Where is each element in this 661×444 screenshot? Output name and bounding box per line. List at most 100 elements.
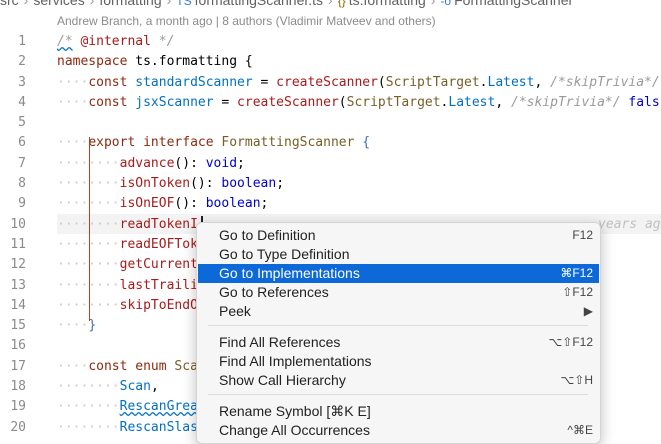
breadcrumb: src › services › formatting › TS formattingScan…: [0, 0, 661, 10]
jsdoc-tag: @internal: [80, 34, 151, 49]
type-keyword: void: [205, 155, 238, 171]
git-blame-codelens[interactable]: Andrew Branch, a month ago | 8 authors (…: [57, 14, 436, 28]
method-name: skipToEndO: [119, 297, 198, 313]
method-name: isOnToken: [119, 176, 191, 192]
menu-item-go-to-definition[interactable]: Go to Definition F12: [198, 226, 599, 245]
method-name: readEOFTok: [119, 236, 198, 252]
line-number: 7: [18, 155, 26, 171]
interface-icon: -o: [440, 0, 452, 8]
line-number: 16: [10, 338, 26, 354]
line-number: 6: [18, 135, 26, 151]
menu-item-peek[interactable]: Peek ▶: [198, 302, 599, 321]
menu-item-show-call-hierarchy[interactable]: Show Call Hierarchy ⌥⇧H: [198, 371, 599, 390]
chevron-right-icon: ›: [166, 0, 172, 8]
namespace-icon: {}: [337, 0, 346, 8]
function-call: createScanner: [237, 94, 339, 110]
typescript-file-icon: TS: [176, 0, 192, 8]
type-keyword: boolean: [221, 176, 277, 192]
variable: jsxScanner: [135, 94, 214, 110]
line-number: 14: [10, 297, 26, 313]
menu-item-go-to-implementations[interactable]: Go to Implementations ⌘F12: [198, 264, 599, 283]
chevron-right-icon: ›: [23, 0, 29, 8]
submenu-arrow-icon: ▶: [583, 304, 593, 318]
menu-separator: [208, 394, 588, 395]
breadcrumb-namespace[interactable]: ts.formatting: [349, 0, 426, 8]
line-number: 4: [18, 94, 26, 110]
comment: /*skipTrivia*/: [511, 94, 621, 110]
breadcrumb-services[interactable]: services: [33, 0, 84, 8]
breadcrumb-interface[interactable]: FormattingScanner: [454, 0, 573, 8]
line-number: 2: [18, 54, 26, 70]
breadcrumb-file[interactable]: formattingScanner.ts: [195, 0, 323, 8]
enum-member: RescanSlas: [119, 419, 198, 435]
menu-item-find-all-references[interactable]: Find All References ⌥⇧F12: [198, 333, 599, 352]
method-name: getCurrent: [119, 257, 198, 273]
interface-name: FormattingScanner: [221, 135, 355, 151]
type-keyword: boolean: [205, 196, 261, 212]
comment: /*skipTrivia*/: [550, 74, 660, 90]
keyword: export: [88, 135, 136, 151]
enum-member: RescanGrea: [119, 399, 198, 415]
shortcut: ⌥⇧H: [560, 373, 593, 387]
comment: */: [158, 34, 175, 49]
line-number: 8: [18, 176, 26, 192]
line-number: 11: [10, 236, 26, 252]
keyword: const: [88, 74, 128, 90]
line-number: 13: [10, 277, 26, 293]
line-number: 9: [18, 196, 26, 212]
line-number: 3: [18, 74, 26, 90]
shortcut: ^⌘E: [567, 423, 593, 437]
menu-item-rename-symbol[interactable]: Rename Symbol [⌘K E]: [198, 402, 599, 421]
chevron-right-icon: ›: [328, 0, 333, 8]
type-name: ScriptTarget: [385, 74, 480, 90]
code-line: 8 ········isOnToken(): boolean;: [0, 174, 661, 194]
line-number: 12: [10, 257, 26, 273]
keyword: namespace: [57, 54, 128, 70]
line-number: 5: [18, 115, 26, 131]
comment: /*: [57, 34, 73, 49]
brace: {: [362, 135, 371, 151]
line-number: 19: [10, 399, 26, 415]
menu-item-go-to-references[interactable]: Go to References ⇧F12: [198, 283, 599, 302]
brace: }: [88, 318, 97, 334]
code-line: 5: [0, 113, 661, 133]
variable: standardScanner: [135, 74, 253, 90]
code-line: 1 /* @internal */: [0, 32, 661, 52]
shortcut: F12: [572, 228, 593, 242]
code-line: 2 namespace ts.formatting {: [0, 52, 661, 72]
breadcrumb-src[interactable]: src: [0, 0, 19, 8]
code-line: 4 ····const jsxScanner = createScanner(Sc…: [0, 93, 661, 113]
keyword: interface: [143, 135, 214, 151]
line-number: 1: [18, 34, 26, 49]
method-name: advance: [119, 155, 175, 171]
type-name: ScriptTarget: [346, 94, 441, 110]
enum-member: Scan: [119, 379, 151, 395]
method-name: readTokenI: [119, 216, 198, 232]
code-line: 9 ········isOnEOF(): boolean;: [0, 194, 661, 214]
context-menu: Go to Definition F12 Go to Type Definitio…: [196, 222, 601, 444]
menu-item-go-to-type-definition[interactable]: Go to Type Definition: [198, 245, 599, 264]
menu-item-find-all-implementations[interactable]: Find All Implementations: [198, 352, 599, 371]
method-name: isOnEOF: [119, 196, 175, 212]
inline-blame-annotation: years ago: [598, 216, 661, 232]
namespace-name: ts.formatting {: [135, 54, 253, 70]
breadcrumb-formatting[interactable]: formatting: [99, 0, 161, 8]
code-line: 7 ········advance(): void;: [0, 154, 661, 174]
shortcut: ⇧F12: [562, 285, 593, 299]
keyword: enum: [135, 358, 167, 374]
line-number: 15: [10, 318, 26, 334]
code-line: 6 ····export interface FormattingScanner …: [0, 133, 661, 153]
function-call: createScanner: [276, 74, 378, 90]
keyword: const: [88, 94, 128, 110]
keyword: const: [88, 358, 128, 374]
method-name: lastTraili: [119, 277, 198, 293]
shortcut: ⌘F12: [560, 266, 593, 280]
chevron-right-icon: ›: [430, 0, 436, 8]
line-number: 17: [10, 358, 26, 374]
chevron-right-icon: ›: [89, 0, 95, 8]
enum-name: Sca: [174, 358, 198, 374]
menu-separator: [208, 325, 588, 326]
menu-item-change-all-occurrences[interactable]: Change All Occurrences ^⌘E: [198, 421, 599, 440]
shortcut: ⌥⇧F12: [548, 335, 593, 349]
code-line: 3 ····const standardScanner = createScann…: [0, 73, 661, 93]
